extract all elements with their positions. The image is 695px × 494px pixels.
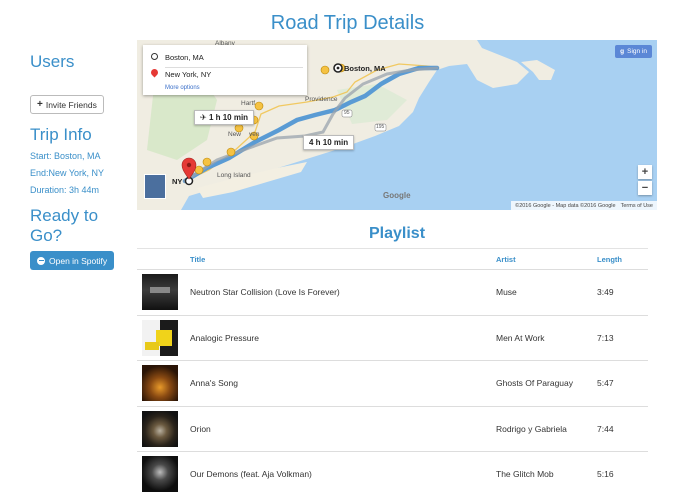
track-length: 7:13 xyxy=(597,315,648,361)
highway-label-195: 195 xyxy=(376,124,385,130)
directions-origin: Boston, MA xyxy=(165,53,204,62)
table-row[interactable]: Our Demons (feat. Aja Volkman) The Glitc… xyxy=(137,451,648,494)
column-title[interactable]: Title xyxy=(190,248,496,270)
map-label-new-haven-b: ven xyxy=(249,131,260,138)
table-row[interactable]: Anna's Song Ghosts Of Paraguay 5:47 xyxy=(137,360,648,407)
playlist-table: Title Artist Length Neutron Star Collisi… xyxy=(137,248,648,494)
map-label-boston: Boston, MA xyxy=(344,64,386,73)
zoom-in-button[interactable]: + xyxy=(638,165,652,179)
highway-label-95: 95 xyxy=(344,110,350,116)
table-row[interactable]: Orion Rodrigo y Gabriela 7:44 xyxy=(137,406,648,452)
track-artist: Rodrigo y Gabriela xyxy=(496,406,597,452)
drive-time-label[interactable]: 4 h 10 min xyxy=(303,135,355,150)
map-label-long-island: Long Island xyxy=(217,172,251,179)
track-length: 7:44 xyxy=(597,406,648,452)
artwork-cell xyxy=(137,269,190,316)
open-spotify-label: Open in Spotify xyxy=(49,255,108,266)
album-art xyxy=(142,456,178,493)
column-length[interactable]: Length xyxy=(597,248,648,270)
track-title: Anna's Song xyxy=(190,360,496,407)
map-label-hartford: Hartf xyxy=(241,100,256,107)
google-logo: Google xyxy=(383,191,411,200)
directions-divider xyxy=(165,67,303,68)
street-view-thumbnail[interactable] xyxy=(144,174,166,199)
map-copyright: ©2016 Google - Map data ©2016 Google xyxy=(515,202,616,209)
track-length: 3:49 xyxy=(597,269,648,316)
track-artist: Men At Work xyxy=(496,315,597,361)
trip-info-heading: Trip Info xyxy=(30,125,92,144)
playlist-header-row: Title Artist Length xyxy=(137,248,648,270)
open-spotify-button[interactable]: Open in Spotify xyxy=(30,251,115,270)
signin-label: Sign in xyxy=(627,48,647,55)
artwork-cell xyxy=(137,406,190,452)
page-title: Road Trip Details xyxy=(270,12,425,34)
invite-friends-button[interactable]: + Invite Friends xyxy=(30,95,104,114)
destination-pin-dot xyxy=(186,162,192,168)
trip-duration: Duration: 3h 44m xyxy=(30,185,100,195)
trip-start: Start: Boston, MA xyxy=(30,151,101,161)
sidebar: Users + Invite Friends Trip Info Start: … xyxy=(30,52,130,270)
artwork-cell xyxy=(137,451,190,494)
playlist-title: Playlist xyxy=(368,225,426,242)
directions-destination: New York, NY xyxy=(165,70,212,79)
destination-pin-icon xyxy=(149,67,160,78)
track-title: Analogic Pressure xyxy=(190,315,496,361)
google-plus-icon: g xyxy=(620,48,625,55)
traffic-warning-icon xyxy=(254,101,264,111)
map-label-providence: Providence xyxy=(305,96,338,103)
google-signin-button[interactable]: g Sign in xyxy=(615,45,652,58)
map-attribution: ©2016 Google - Map data ©2016 Google Ter… xyxy=(511,201,657,210)
route-map[interactable]: Albany Boston, MA Providence Hartf New v… xyxy=(137,40,657,210)
album-art xyxy=(142,319,178,356)
flight-time-label[interactable]: ✈ 1 h 10 min xyxy=(194,110,255,125)
artwork-cell xyxy=(137,315,190,361)
traffic-warning-icon xyxy=(202,157,212,167)
track-artist: Muse xyxy=(496,269,597,316)
airplane-icon: ✈ xyxy=(200,113,207,122)
map-label-new-haven-a: New xyxy=(228,131,242,138)
artwork-cell xyxy=(137,360,190,407)
flight-time-text: 1 h 10 min xyxy=(208,113,249,122)
table-row[interactable]: Neutron Star Collision (Love Is Forever)… xyxy=(137,269,648,316)
ready-heading: Ready to Go? xyxy=(30,206,99,245)
spotify-icon xyxy=(37,256,45,265)
invite-friends-label: Invite Friends xyxy=(45,99,97,110)
traffic-warning-icon xyxy=(320,65,330,75)
track-title: Our Demons (feat. Aja Volkman) xyxy=(190,451,496,494)
album-art xyxy=(142,365,178,402)
directions-card[interactable]: Boston, MA New York, NY More options xyxy=(143,45,307,95)
plus-icon: + xyxy=(37,99,43,110)
track-title: Neutron Star Collision (Love Is Forever) xyxy=(190,269,496,316)
users-heading: Users xyxy=(30,52,75,71)
more-options-link[interactable]: More options xyxy=(165,85,200,91)
trip-end: End:New York, NY xyxy=(30,168,105,178)
table-row[interactable]: Analogic Pressure Men At Work 7:13 xyxy=(137,315,648,361)
map-label-ny: NY xyxy=(172,177,183,186)
terms-link[interactable]: Terms of Use xyxy=(621,203,653,209)
track-artist: Ghosts Of Paraguay xyxy=(496,360,597,407)
zoom-out-button[interactable]: − xyxy=(638,181,652,195)
track-length: 5:16 xyxy=(597,451,648,494)
track-length: 5:47 xyxy=(597,360,648,407)
track-artist: The Glitch Mob xyxy=(496,451,597,494)
traffic-warning-icon xyxy=(194,165,204,175)
album-art xyxy=(142,274,178,311)
column-artist[interactable]: Artist xyxy=(496,248,597,270)
origin-circle-icon xyxy=(151,53,158,60)
origin-marker-dot xyxy=(336,66,340,70)
album-art xyxy=(142,410,178,447)
track-title: Orion xyxy=(190,406,496,452)
column-artwork xyxy=(137,248,190,270)
traffic-warning-icon xyxy=(226,147,236,157)
